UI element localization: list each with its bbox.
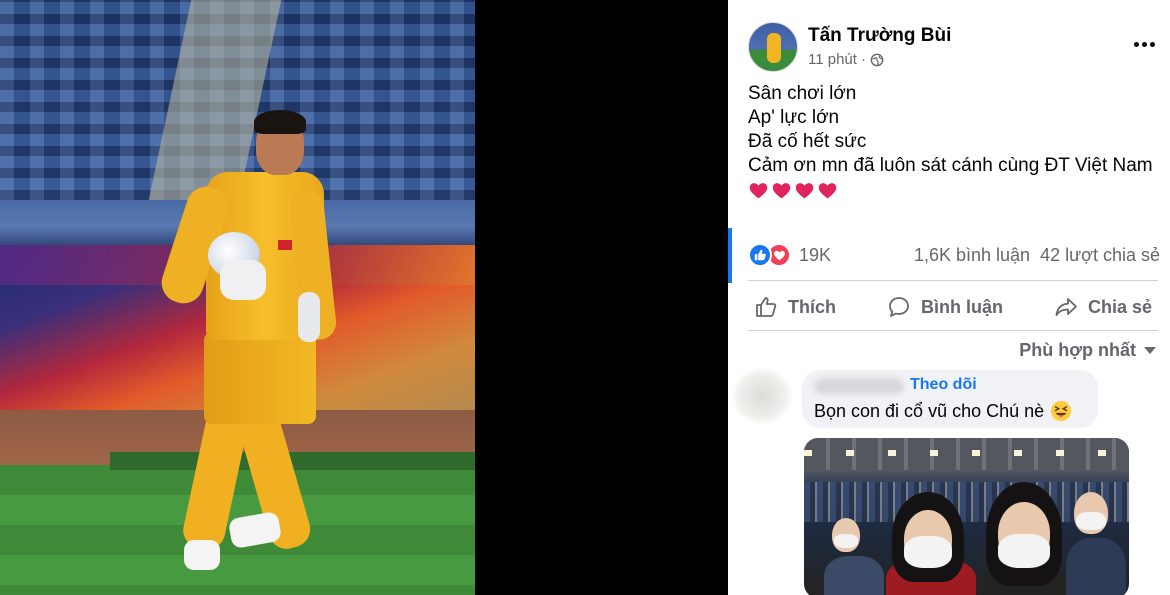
globe-icon[interactable] bbox=[870, 53, 884, 67]
player-glove-right bbox=[298, 292, 320, 342]
like-button[interactable]: Thích bbox=[748, 295, 842, 319]
share-label: Chia sẻ bbox=[1087, 296, 1152, 317]
fan-mask bbox=[998, 534, 1050, 568]
player-glove bbox=[220, 260, 266, 300]
post-line: Sân chơi lớn bbox=[748, 83, 857, 104]
post-header: Tấn Trường Bùi 11 phút · bbox=[748, 22, 1168, 74]
share-arrow-icon bbox=[1055, 298, 1077, 316]
commenter-avatar[interactable] bbox=[734, 370, 790, 422]
red-heart-icon bbox=[772, 183, 791, 199]
post-line: Đã cố hết sức bbox=[748, 131, 867, 152]
post-line: Cảm ơn mn đã luôn sát cánh cùng ĐT Việt … bbox=[748, 155, 1153, 176]
author-name[interactable]: Tấn Trường Bùi bbox=[808, 25, 951, 47]
comment-text: Bọn con đi cổ vũ cho Chú nè bbox=[814, 400, 1072, 422]
red-heart-icon bbox=[795, 183, 814, 199]
like-reaction-icon bbox=[748, 243, 772, 267]
comment-sort-dropdown[interactable]: Phù hợp nhất bbox=[1019, 340, 1156, 361]
fan-shirt bbox=[824, 556, 884, 595]
caret-down-icon bbox=[1144, 347, 1156, 354]
player-left-shoe bbox=[184, 540, 220, 570]
post-meta: 11 phút · bbox=[808, 51, 884, 68]
fan-mask bbox=[1076, 512, 1106, 530]
reactions-count[interactable]: 19K bbox=[799, 245, 831, 266]
follow-link[interactable]: Theo dõi bbox=[910, 376, 977, 394]
fan-mask bbox=[904, 536, 952, 568]
scroll-accent-bar bbox=[728, 228, 732, 283]
red-heart-icon bbox=[818, 183, 837, 199]
comment-bubble-icon bbox=[889, 297, 909, 317]
comment-label: Bình luận bbox=[920, 296, 1003, 317]
squinting-face-with-tongue-icon bbox=[1051, 400, 1072, 422]
post-actions: Thích Bình luận Chia sẻ bbox=[748, 286, 1158, 328]
player-hair bbox=[254, 110, 306, 134]
reaction-icons[interactable] bbox=[748, 243, 791, 267]
comments-count[interactable]: 1,6K bình luận bbox=[914, 245, 1030, 266]
commenter-name-blurred[interactable] bbox=[814, 378, 904, 394]
comment-text-content: Bọn con đi cổ vũ cho Chú nè bbox=[814, 400, 1045, 421]
player-shorts bbox=[204, 332, 316, 424]
meta-separator: · bbox=[860, 51, 866, 68]
fan-shirt bbox=[1066, 538, 1126, 595]
divider-bottom bbox=[748, 330, 1158, 331]
goalkeeper-figure bbox=[156, 110, 338, 580]
stats-right: 1,6K bình luận 42 lượt chia sẻ bbox=[914, 245, 1160, 266]
comment-bubble: Theo dõi Bọn con đi cổ vũ cho Chú nè bbox=[802, 370, 1098, 428]
more-options-icon[interactable] bbox=[1130, 30, 1158, 58]
jersey-flag-badge bbox=[278, 240, 292, 250]
fan-mask bbox=[834, 534, 858, 548]
stadium-lights bbox=[804, 450, 1129, 456]
share-button[interactable]: Chia sẻ bbox=[1048, 295, 1158, 319]
like-label: Thích bbox=[788, 296, 836, 317]
post-time[interactable]: 11 phút bbox=[808, 51, 857, 68]
author-avatar[interactable] bbox=[748, 22, 798, 72]
heart-emojis bbox=[748, 180, 1163, 201]
red-heart-icon bbox=[749, 183, 768, 199]
comment-photo[interactable] bbox=[804, 438, 1129, 595]
post-line: Ap' lực lớn bbox=[748, 107, 840, 128]
avatar-figure bbox=[767, 33, 781, 63]
post-photo[interactable] bbox=[0, 0, 475, 595]
shares-count[interactable]: 42 lượt chia sẻ bbox=[1040, 245, 1160, 266]
reaction-stats: 19K 1,6K bình luận 42 lượt chia sẻ bbox=[748, 240, 1160, 270]
post-body: Sân chơi lớn Ap' lực lớn Đã cố hết sức C… bbox=[748, 82, 1163, 201]
divider-top bbox=[748, 280, 1158, 281]
post-panel: Tấn Trường Bùi 11 phút · Sân chơi lớn Ap… bbox=[728, 0, 1170, 595]
comment-button[interactable]: Bình luận bbox=[881, 295, 1009, 319]
thumbs-up-icon bbox=[756, 297, 777, 317]
sort-label: Phù hợp nhất bbox=[1019, 340, 1136, 360]
